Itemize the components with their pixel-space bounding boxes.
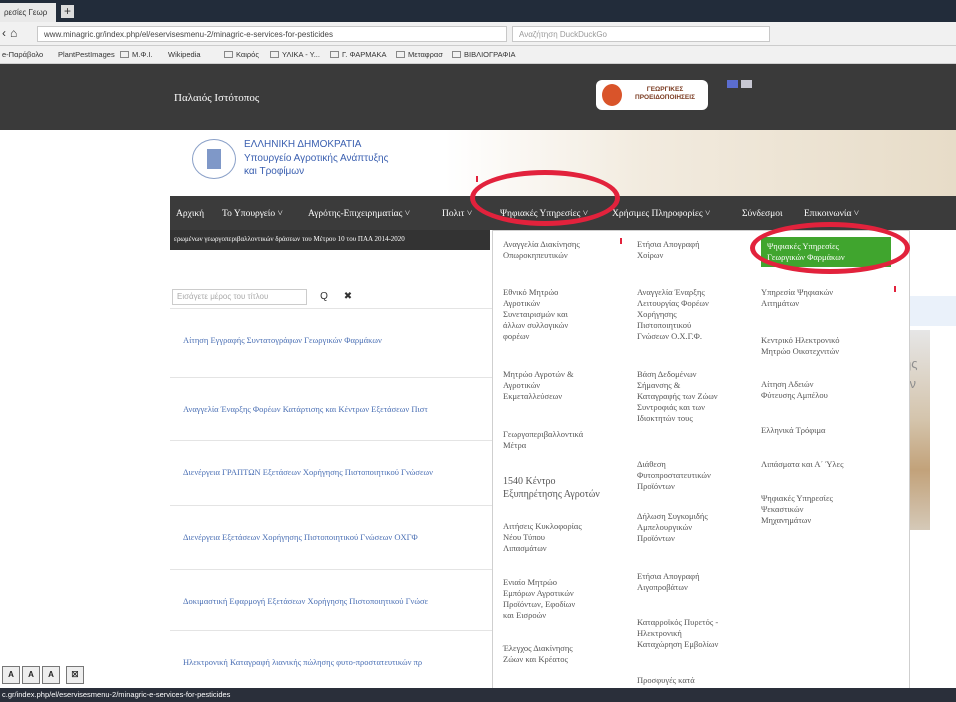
menu-item[interactable]: Έλεγχος Διακίνησης Ζώων και Κρέατος [503, 643, 633, 665]
annotation-mark [476, 176, 478, 182]
menu-item[interactable]: Διάθεση Φυτοπροστατευτικών Προϊόντων [637, 459, 767, 492]
menu-item[interactable]: Αιτήσεις Κυκλοφορίας Νέου Τύπου Λιπασμάτ… [503, 521, 633, 554]
menu-item[interactable]: Λιπάσματα και Α΄ Ύλες [761, 459, 891, 470]
bookmark-item[interactable]: ΒΙΒΛΙΟΓΡΑΦΙΑ [452, 50, 515, 59]
list-item[interactable]: Ηλεκτρονική Καταγραφή λιανικής πώλησης φ… [170, 630, 492, 692]
new-tab-button[interactable]: + [61, 5, 74, 18]
bookmark-item[interactable]: M.Φ.Ι. [120, 50, 153, 59]
folder-icon [330, 51, 339, 58]
menu-item[interactable]: Καταρροϊκός Πυρετός - Ηλεκτρονική Καταχώ… [637, 617, 767, 650]
annotation-mark [894, 286, 896, 292]
nav-farmer[interactable]: Αγρότης-Επιχειρηματίας ˅ [308, 209, 410, 219]
main-nav: Αρχική Το Υπουργείο ˅ Αγρότης-Επιχειρημα… [170, 196, 956, 230]
menu-item[interactable]: Μητρώο Αγροτών & Αγροτικών Εκμεταλλεύσεω… [503, 369, 633, 402]
bookmark-item[interactable]: ΥΛΙΚΑ - Υ... [270, 50, 320, 59]
bookmark-item[interactable]: e-Παράβολο [2, 50, 43, 59]
bookmark-item[interactable]: Καιρός [224, 50, 259, 59]
menu-item[interactable]: Ενιαίο Μητρώο Εμπόρων Αγροτικών Προϊόντω… [503, 577, 633, 621]
status-bar: c.gr/index.php/el/eservisesmenu-2/minagr… [0, 688, 956, 702]
bookmark-item[interactable]: Wikipedia [168, 50, 201, 59]
home-icon[interactable]: ⌂ [10, 26, 17, 40]
browser-search-input[interactable]: Αναζήτηση DuckDuckGo [512, 26, 770, 42]
folder-icon [224, 51, 233, 58]
browser-tab-bar: ρεσίες Γεωρ + [0, 0, 956, 22]
bookmark-item[interactable]: Μεταφρασ [396, 50, 443, 59]
search-icon[interactable]: Q [314, 289, 334, 305]
folder-icon [452, 51, 461, 58]
list-item[interactable]: Διενέργεια Εξετάσεων Χορήγησης Πιστοποιη… [170, 505, 492, 567]
list-item[interactable]: Δοκιμαστική Εφαρμογή Εξετάσεων Χορήγησης… [170, 569, 492, 631]
menu-item[interactable]: Αίτηση Αδειών Φύτευσης Αμπέλου [761, 379, 891, 401]
greek-flag-icon[interactable] [727, 80, 738, 88]
browser-tab[interactable]: ρεσίες Γεωρ [0, 3, 56, 22]
clear-icon[interactable]: ✖ [338, 289, 358, 305]
list-item[interactable]: Διενέργεια ΓΡΑΠΤΩΝ Εξετάσεων Χορήγησης Π… [170, 440, 492, 502]
logo-icon [602, 84, 622, 106]
menu-item[interactable]: Αναγγελία Διακίνησης Οπωροκηπευτικών [503, 239, 633, 261]
list-item[interactable]: Αίτηση Εγγραφής Συντατογράφων Γεωργικών … [170, 308, 492, 370]
font-reset-button[interactable]: A [22, 666, 40, 684]
menu-item[interactable]: Κεντρικό Ηλεκτρονικό Μητρώο Οικοτεχνιτών [761, 335, 891, 357]
menu-item[interactable]: Ελληνικά Τρόφιμα [761, 425, 891, 436]
nav-contact[interactable]: Επικοινωνία ˅ [804, 209, 859, 219]
nav-ministry[interactable]: Το Υπουργείο ˅ [222, 209, 283, 219]
menu-item[interactable]: Εθνικό Μητρώο Αγροτικών Συνεταιρισμών κα… [503, 287, 633, 342]
menu-item[interactable]: 1540 Κέντρο Εξυπηρέτησης Αγροτών [503, 475, 633, 501]
menu-item[interactable]: Υπηρεσία Ψηφιακών Αιτημάτων [761, 287, 891, 309]
back-icon[interactable]: ‹ [2, 26, 6, 40]
agri-alerts-logo[interactable]: ΓΕΩΡΓΙΚΕΣ ΠΡΟΕΙΔΟΠΟΙΗΣΕΙΣ [596, 80, 708, 110]
list-item[interactable]: Αναγγελία Έναρξης Φορέων Κατάρτισης και … [170, 377, 492, 439]
nav-policy[interactable]: Πολιτ ˅ [442, 209, 472, 219]
annotation-mark [620, 238, 622, 244]
menu-item[interactable]: Βάση Δεδομένων Σήμανσης & Καταγραφής των… [637, 369, 767, 424]
menu-item[interactable]: Ετήσια Απογραφή Αιγοπροβάτων [637, 571, 767, 593]
contrast-icon[interactable]: ☒ [66, 666, 84, 684]
greek-emblem-icon [192, 139, 236, 179]
screenshot-root: ρεσίες Γεωρ + ‹ ⌂ www.minagric.gr/index.… [0, 0, 956, 702]
browser-toolbar: ‹ ⌂ www.minagric.gr/index.php/el/eservis… [0, 22, 956, 46]
nav-useful-info[interactable]: Χρήσιμες Πληροφορίες ˅ [612, 209, 710, 219]
nav-home[interactable]: Αρχική [176, 209, 204, 219]
title-search-input[interactable]: Εισάγετε μέρος του τίτλου [172, 289, 307, 305]
folder-icon [396, 51, 405, 58]
ministry-subtitle: και Τροφίμων [244, 166, 305, 177]
font-decrease-button[interactable]: A [2, 666, 20, 684]
folder-icon [270, 51, 279, 58]
menu-item-pesticides-services[interactable]: Ψηφιακές Υπηρεσίες Γεωργικών Φαρμάκων [761, 237, 891, 267]
nav-links[interactable]: Σύνδεσμοι [742, 209, 783, 219]
bookmark-item[interactable]: PlantPestImages [58, 50, 115, 59]
menu-item[interactable]: Αναγγελία Έναρξης Λειτουργίας Φορέων Χορ… [637, 287, 767, 342]
menu-item[interactable]: Ψηφιακές Υπηρεσίες Ψεκαστικών Μηχανημάτω… [761, 493, 891, 526]
menu-item[interactable]: Ετήσια Απογραφή Χοίρων [637, 239, 767, 261]
menu-item[interactable]: Δήλωση Συγκομιδής Αμπελουργικών Προϊόντω… [637, 511, 767, 544]
font-increase-button[interactable]: A [42, 666, 60, 684]
gov-title: ΕΛΛΗΝΙΚΗ ΔΗΜΟΚΡΑΤΙΑ [244, 139, 362, 150]
folder-icon [120, 51, 129, 58]
news-ticker[interactable]: ερωμένων γεωργοπεριβαλλοντικών δράσεων τ… [170, 230, 490, 250]
nav-digital-services[interactable]: Ψηφιακές Υπηρεσίες ˅ [500, 209, 588, 219]
old-site-link[interactable]: Παλαιός Ιστότοπος [174, 92, 259, 104]
url-field[interactable]: www.minagric.gr/index.php/el/eservisesme… [37, 26, 507, 42]
digital-services-dropdown: Αναγγελία Διακίνησης Οπωροκηπευτικών Εθν… [492, 230, 910, 702]
site-top-bar [0, 64, 956, 130]
bookmark-item[interactable]: Γ. ΦΑΡΜΑΚΑ [330, 50, 387, 59]
bookmarks-bar: e-Παράβολο PlantPestImages M.Φ.Ι. Wikipe… [0, 46, 956, 64]
menu-item[interactable]: Γεωργοπεριβαλλοντικά Μέτρα [503, 429, 633, 451]
ministry-title: Υπουργείο Αγροτικής Ανάπτυξης [244, 153, 389, 164]
uk-flag-icon[interactable] [741, 80, 752, 88]
